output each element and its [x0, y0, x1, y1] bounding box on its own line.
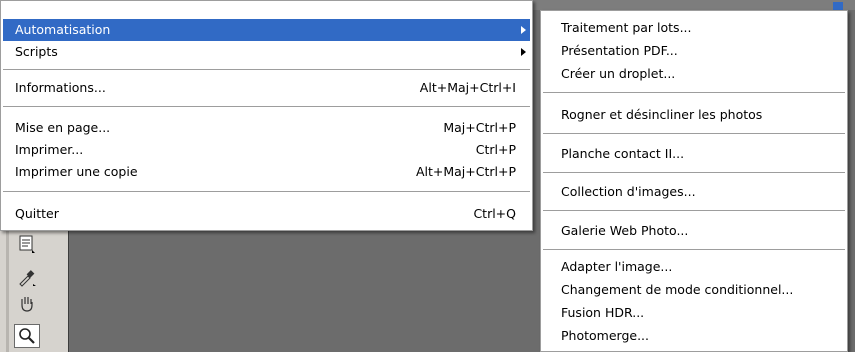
- submenu-item-planche-contact[interactable]: Planche contact II...: [543, 143, 845, 165]
- menu-item-shortcut: Maj+Ctrl+P: [443, 120, 516, 135]
- submenu-item-galerie-web-photo[interactable]: Galerie Web Photo...: [543, 220, 845, 242]
- submenu-separator: [543, 249, 845, 250]
- menu-separator: [3, 191, 530, 192]
- menu-item-quitter[interactable]: Quitter Ctrl+Q: [3, 203, 530, 225]
- menu-item-imprimer[interactable]: Imprimer... Ctrl+P: [3, 139, 530, 161]
- submenu-item-label: Rogner et désincliner les photos: [561, 107, 763, 122]
- submenu-item-label: Changement de mode conditionnel...: [561, 282, 794, 297]
- menu-item-informations[interactable]: Informations... Alt+Maj+Ctrl+I: [3, 77, 530, 99]
- menu-item-scripts[interactable]: Scripts: [3, 41, 530, 63]
- submenu-item-presentation-pdf[interactable]: Présentation PDF...: [543, 40, 845, 62]
- window-top-strip: [533, 0, 855, 10]
- submenu-item-label: Galerie Web Photo...: [561, 223, 689, 238]
- menu-item-label: Imprimer...: [15, 142, 84, 157]
- menu-item-label: Mise en page...: [15, 120, 111, 135]
- submenu-item-label: Photomerge...: [561, 328, 649, 343]
- eyedropper-icon[interactable]: [14, 265, 40, 289]
- submenu-item-collection-images[interactable]: Collection d'images...: [543, 181, 845, 203]
- submenu-item-photomerge[interactable]: Photomerge...: [543, 325, 845, 347]
- menu-item-label: Scripts: [15, 44, 58, 59]
- menu-item-label: Automatisation: [15, 22, 111, 37]
- submenu-item-label: Créer un droplet...: [561, 66, 676, 81]
- submenu-item-changement-mode[interactable]: Changement de mode conditionnel...: [543, 279, 845, 301]
- submenu-item-rogner-desincliner[interactable]: Rogner et désincliner les photos: [543, 104, 845, 126]
- submenu-item-label: Adapter l'image...: [561, 259, 673, 274]
- submenu-separator: [543, 133, 845, 134]
- submenu-arrow-icon: [521, 48, 526, 56]
- automation-submenu: Traitement par lots... Présentation PDF.…: [540, 10, 848, 352]
- menu-item-shortcut: Alt+Maj+Ctrl+I: [419, 80, 516, 95]
- submenu-item-label: Collection d'images...: [561, 184, 696, 199]
- notes-icon[interactable]: [14, 232, 40, 256]
- menu-separator: [3, 69, 530, 70]
- menu-item-label: Imprimer une copie: [15, 164, 138, 179]
- submenu-item-label: Fusion HDR...: [561, 305, 645, 320]
- toolbox-edge: [6, 210, 9, 352]
- hand-icon[interactable]: [14, 292, 40, 316]
- file-menu: Automatisation Scripts Informations... A…: [0, 0, 533, 231]
- submenu-item-label: Planche contact II...: [561, 146, 685, 161]
- submenu-item-fusion-hdr[interactable]: Fusion HDR...: [543, 302, 845, 324]
- submenu-separator: [543, 210, 845, 211]
- menu-item-shortcut: Ctrl+Q: [473, 206, 516, 221]
- submenu-item-traitement-par-lots[interactable]: Traitement par lots...: [543, 17, 845, 39]
- menu-item-shortcut: Ctrl+P: [475, 142, 516, 157]
- submenu-item-adapter-image[interactable]: Adapter l'image...: [543, 256, 845, 278]
- title-bar-fragment: [833, 2, 843, 10]
- menu-item-mise-en-page[interactable]: Mise en page... Maj+Ctrl+P: [3, 117, 530, 139]
- zoom-icon[interactable]: [14, 324, 40, 348]
- submenu-item-creer-droplet[interactable]: Créer un droplet...: [543, 63, 845, 85]
- submenu-item-label: Traitement par lots...: [561, 20, 692, 35]
- submenu-separator: [543, 92, 845, 93]
- submenu-separator: [543, 172, 845, 173]
- menu-item-shortcut: Alt+Maj+Ctrl+P: [415, 164, 516, 179]
- menu-item-label: Informations...: [15, 80, 106, 95]
- menu-item-imprimer-une-copie[interactable]: Imprimer une copie Alt+Maj+Ctrl+P: [3, 161, 530, 183]
- menu-item-label: Quitter: [15, 206, 59, 221]
- submenu-item-label: Présentation PDF...: [561, 43, 678, 58]
- menu-item-automatisation[interactable]: Automatisation: [3, 19, 530, 41]
- menu-separator: [3, 106, 530, 107]
- toolbox: [0, 210, 69, 352]
- submenu-arrow-icon: [521, 26, 526, 34]
